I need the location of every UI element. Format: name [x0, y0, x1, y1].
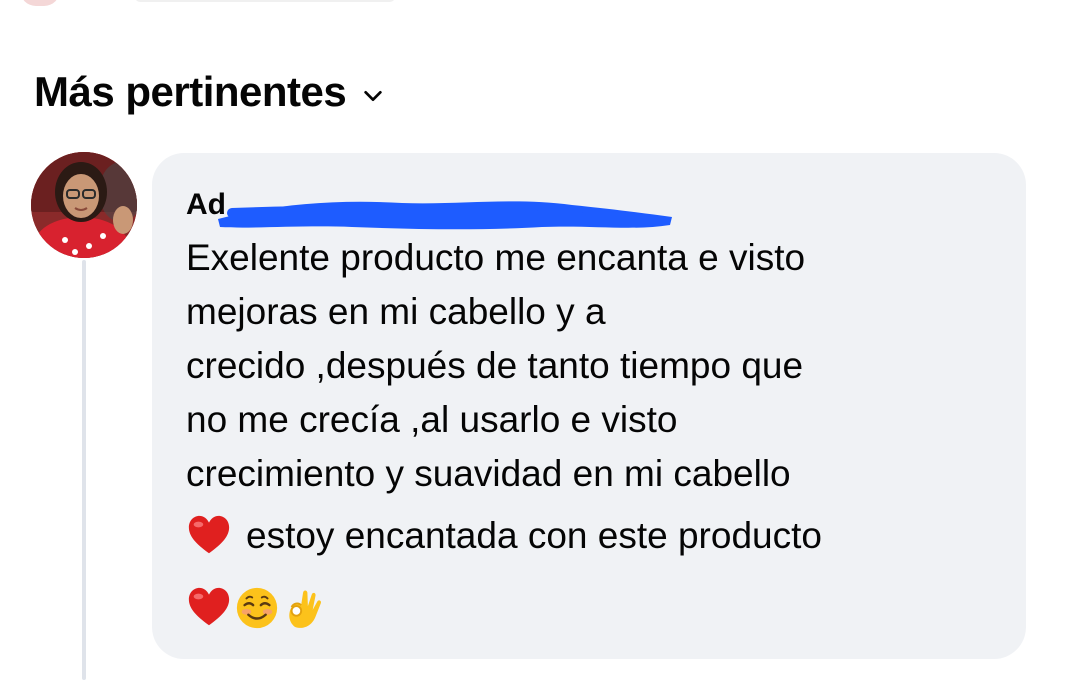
- reaction-emoji-row: [186, 581, 992, 635]
- comment-emoji-line: estoy encantada con este producto: [186, 509, 992, 563]
- smiling-face-icon: [236, 587, 278, 629]
- comment-text-line: mejoras en mi cabello y a: [186, 291, 606, 332]
- avatar-photo: [31, 152, 137, 258]
- comment-bubble[interactable]: Ad Exelente producto me encanta e visto …: [152, 153, 1026, 659]
- sort-label: Más pertinentes: [34, 68, 347, 115]
- comment-text-line: crecido ,después de tanto tiempo que: [186, 345, 804, 386]
- cropped-top-icon: [20, 0, 60, 6]
- comment-text: Exelente producto me encanta e visto mej…: [186, 231, 986, 501]
- chevron-down-icon: [364, 90, 382, 102]
- red-heart-icon: [188, 587, 230, 626]
- comment-text-line: crecimiento y suavidad en mi cabello: [186, 453, 791, 494]
- reply-thread-line: [82, 260, 86, 680]
- cropped-top-text: [135, 0, 395, 2]
- comment-text-line: Exelente producto me encanta e visto: [186, 237, 806, 278]
- red-heart-icon: [188, 515, 230, 554]
- comment-author[interactable]: Ad: [186, 183, 992, 230]
- comment-text-line: no me crecía ,al usarlo e visto: [186, 399, 678, 440]
- ok-hand-icon: [289, 590, 322, 628]
- top-cropped-strip: [0, 0, 1070, 14]
- comment-sort-dropdown[interactable]: Más pertinentes: [34, 64, 384, 120]
- avatar[interactable]: [31, 152, 137, 258]
- emoji-line-text: estoy encantada con este producto: [246, 515, 822, 556]
- redaction-scribble: [218, 201, 672, 230]
